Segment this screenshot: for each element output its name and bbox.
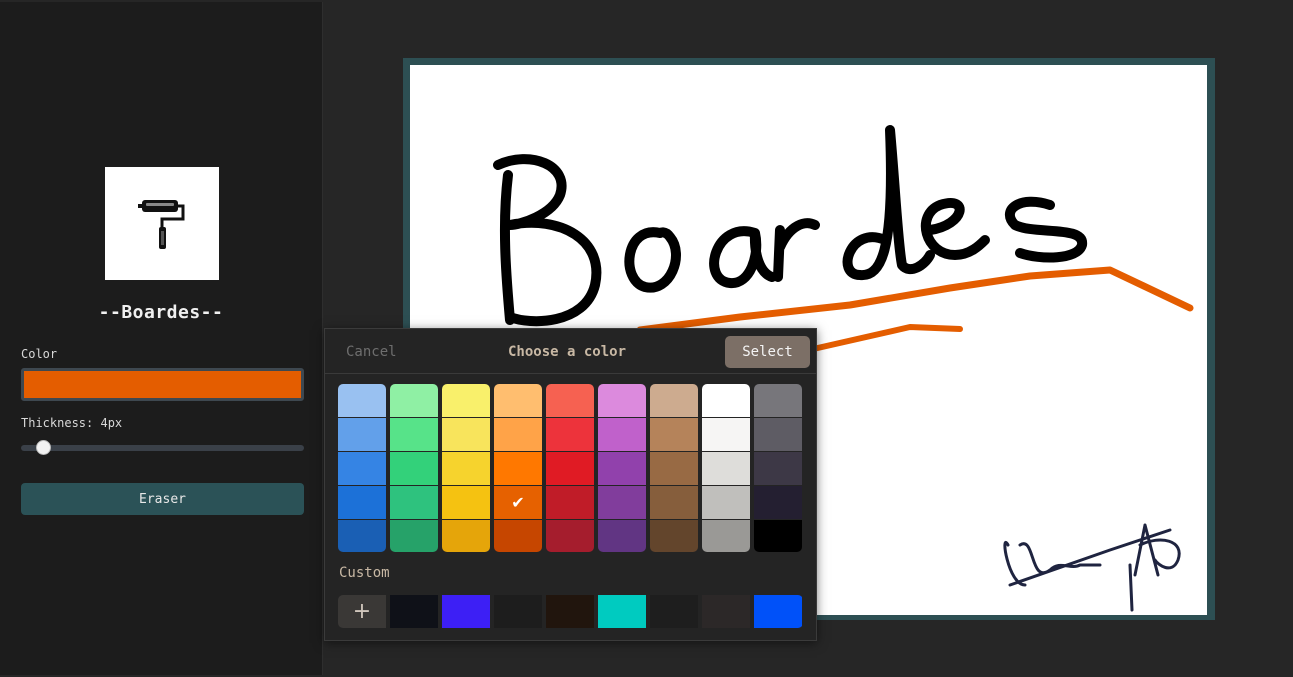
color-swatch[interactable] xyxy=(494,418,542,451)
color-swatch[interactable] xyxy=(702,452,750,485)
app-logo xyxy=(105,167,219,280)
color-swatch[interactable] xyxy=(702,384,750,417)
palette-column xyxy=(650,384,698,552)
dialog-header: Cancel Choose a color Select xyxy=(325,329,816,373)
sidebar: --Boardes-- Color Thickness: 4px Eraser xyxy=(0,2,323,675)
color-swatch[interactable] xyxy=(754,384,802,417)
color-swatch[interactable] xyxy=(442,418,490,451)
cancel-button[interactable]: Cancel xyxy=(346,344,397,360)
color-swatch[interactable] xyxy=(546,452,594,485)
color-chooser-dialog: Cancel Choose a color Select ✔ Custom + xyxy=(324,328,817,641)
select-button[interactable]: Select xyxy=(725,336,810,368)
color-swatch[interactable] xyxy=(546,520,594,552)
dialog-title: Choose a color xyxy=(508,344,627,360)
color-swatch[interactable] xyxy=(546,384,594,417)
eraser-button[interactable]: Eraser xyxy=(21,483,304,515)
palette-column xyxy=(754,384,802,552)
palette-column xyxy=(598,384,646,552)
custom-label: Custom xyxy=(339,565,390,581)
palette-column xyxy=(442,384,490,552)
thickness-label: Thickness: 4px xyxy=(21,416,123,430)
color-swatch[interactable] xyxy=(650,486,698,519)
color-swatch[interactable] xyxy=(650,418,698,451)
color-swatch[interactable] xyxy=(650,384,698,417)
color-swatch[interactable] xyxy=(442,384,490,417)
color-swatch[interactable] xyxy=(702,486,750,519)
letter-a-stroke xyxy=(709,226,777,288)
color-swatch[interactable] xyxy=(754,486,802,519)
color-swatch[interactable] xyxy=(546,418,594,451)
color-swatch[interactable] xyxy=(494,384,542,417)
palette-column xyxy=(390,384,438,552)
custom-color-swatch[interactable] xyxy=(754,595,802,628)
color-picker-button[interactable] xyxy=(21,368,304,401)
letter-o-stroke xyxy=(624,227,681,293)
letter-r-stroke xyxy=(773,218,820,282)
color-swatch[interactable] xyxy=(754,452,802,485)
underline-stroke-2 xyxy=(797,324,963,355)
color-swatch[interactable] xyxy=(390,384,438,417)
color-swatch[interactable] xyxy=(650,452,698,485)
color-swatch[interactable] xyxy=(338,384,386,417)
signature-stroke xyxy=(1003,523,1181,612)
color-swatch[interactable] xyxy=(598,384,646,417)
color-swatch[interactable]: ✔ xyxy=(494,486,542,519)
color-swatch[interactable] xyxy=(598,486,646,519)
paint-roller-icon xyxy=(138,199,185,249)
color-swatch[interactable] xyxy=(390,418,438,451)
color-swatch[interactable] xyxy=(598,452,646,485)
header-divider xyxy=(325,373,816,374)
color-swatch[interactable] xyxy=(338,418,386,451)
thickness-slider-handle[interactable] xyxy=(36,440,51,455)
palette-column xyxy=(702,384,750,552)
color-swatch[interactable] xyxy=(442,452,490,485)
checkmark-icon: ✔ xyxy=(511,493,525,512)
plus-icon: + xyxy=(352,598,372,624)
palette-column xyxy=(338,384,386,552)
color-swatch[interactable] xyxy=(494,520,542,552)
palette-column xyxy=(546,384,594,552)
palette-column: ✔ xyxy=(494,384,542,552)
color-swatch[interactable] xyxy=(390,520,438,552)
color-swatch[interactable] xyxy=(702,418,750,451)
custom-color-swatch[interactable] xyxy=(494,595,542,628)
color-swatch[interactable] xyxy=(702,520,750,552)
app-window: --Boardes-- Color Thickness: 4px Eraser xyxy=(0,0,1293,677)
custom-color-swatch[interactable] xyxy=(650,595,698,628)
custom-color-swatch[interactable] xyxy=(598,595,646,628)
color-swatch[interactable] xyxy=(390,486,438,519)
color-swatch[interactable] xyxy=(390,452,438,485)
custom-color-swatch[interactable] xyxy=(546,595,594,628)
color-swatch[interactable] xyxy=(338,486,386,519)
thickness-slider[interactable] xyxy=(21,445,304,451)
letter-d-stroke xyxy=(842,125,935,281)
color-swatch[interactable] xyxy=(442,520,490,552)
color-label: Color xyxy=(21,347,58,361)
color-swatch[interactable] xyxy=(442,486,490,519)
letter-s-stroke xyxy=(1004,196,1087,263)
color-swatch[interactable] xyxy=(546,486,594,519)
color-swatch[interactable] xyxy=(754,520,802,552)
color-swatch[interactable] xyxy=(494,452,542,485)
color-swatch[interactable] xyxy=(598,418,646,451)
color-swatch[interactable] xyxy=(650,520,698,552)
add-custom-color-button[interactable]: + xyxy=(338,595,386,628)
color-swatch[interactable] xyxy=(754,418,802,451)
app-title: --Boardes-- xyxy=(98,302,224,323)
custom-colors-row: + xyxy=(338,595,803,628)
palette-grid: ✔ xyxy=(338,384,803,552)
custom-color-swatch[interactable] xyxy=(702,595,750,628)
letter-e-stroke xyxy=(920,198,990,260)
color-swatch[interactable] xyxy=(598,520,646,552)
color-swatch[interactable] xyxy=(338,452,386,485)
letter-b-stroke xyxy=(493,154,602,327)
custom-color-swatch[interactable] xyxy=(442,595,490,628)
color-swatch[interactable] xyxy=(338,520,386,552)
custom-color-swatch[interactable] xyxy=(390,595,438,628)
